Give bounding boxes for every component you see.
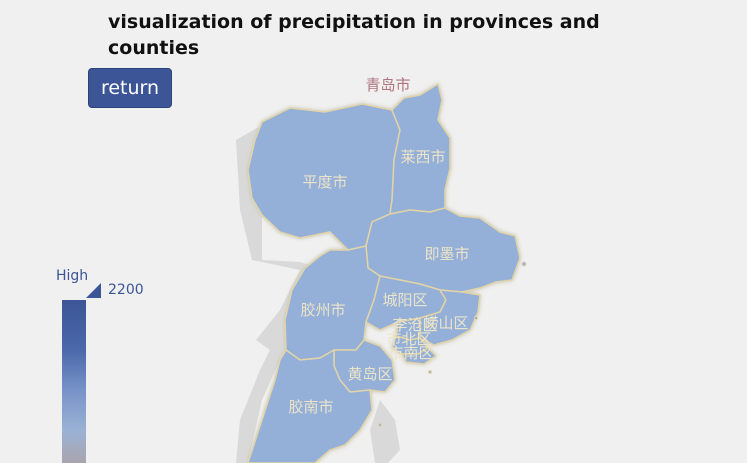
region-label-jimo: 即墨市 [424,245,469,263]
map-city-label: 青岛市 [365,76,410,94]
region-label-laixi: 莱西市 [400,148,445,166]
region-label-chengyang: 城阳区 [382,291,427,309]
legend-max-value: 2200 [108,282,144,298]
legend-color-bar[interactable] [62,300,86,463]
legend-high-label: High [56,268,89,284]
region-label-jiaonan: 胶南市 [288,398,333,416]
precipitation-map: 青岛市 平度市 莱西市 即墨市 胶州市 城阳区 崂山区 李沧区 市北区 市南区 … [236,76,527,463]
region-label-jiaozhou: 胶州市 [300,301,345,319]
region-label-huangdao: 黄岛区 [347,365,392,383]
region-label-shinan: 市南区 [388,344,433,362]
region-label-pingdu: 平度市 [302,173,347,191]
legend-handle-icon[interactable] [86,283,102,299]
